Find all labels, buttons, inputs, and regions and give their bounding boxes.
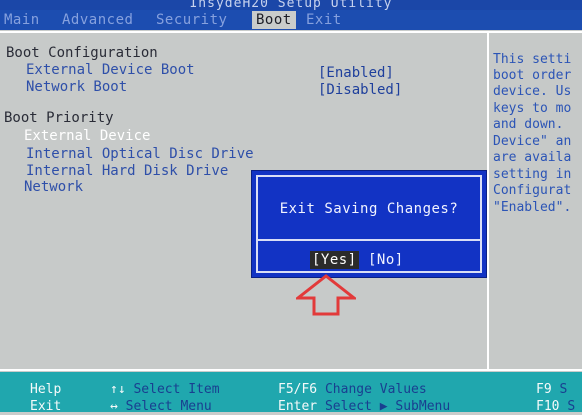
network-boot-label[interactable]: Network Boot [26,79,127,95]
key-change-values: F5/F6 Change Values [278,382,427,397]
dialog-border: Exit Saving Changes? [Yes] [No] [256,175,482,273]
key-select-submenu: Enter Select ▶ SubMenu [278,399,451,414]
help-line: keys to mo [493,101,572,116]
no-button[interactable]: [No] [366,251,406,269]
help-line: Device" an [493,134,572,149]
key-help: Help [30,382,62,397]
boot-priority-item-optical-drive[interactable]: Internal Optical Disc Drive [26,146,254,162]
key-select-menu: ↔ Select Menu [110,399,212,414]
menu-advanced[interactable]: Advanced [62,11,133,29]
dialog-separator [258,239,480,241]
boot-priority-item-network[interactable]: Network [24,179,83,195]
external-device-boot-label[interactable]: External Device Boot [26,62,195,78]
key-f9: F9 S [536,382,568,397]
title-strip: InsydeH20 Setup Utility [0,0,582,11]
network-boot-value[interactable]: [Disabled] [318,82,402,98]
help-panel: This setti boot order device. Us keys to… [489,33,582,370]
key-f10: F10 S [536,399,576,414]
dialog-question: Exit Saving Changes? [279,201,459,217]
external-device-boot-value[interactable]: [Enabled] [318,65,394,81]
frame-bottom-border [0,369,582,371]
menu-main[interactable]: Main [4,11,40,29]
boot-priority-heading: Boot Priority [4,110,114,126]
key-exit: Exit [30,399,62,414]
menu-boot[interactable]: Boot [252,11,296,29]
key-select-item: ↑↓ Select Item [110,382,220,397]
help-line: are availa [493,150,572,165]
boot-config-heading: Boot Configuration [6,45,158,61]
help-line: "Enabled". [493,200,572,215]
help-line: setting in [493,167,572,182]
menu-exit[interactable]: Exit [306,11,342,29]
yes-button[interactable]: [Yes] [310,251,359,269]
help-line: This setti [493,52,572,67]
red-arrow-icon [296,274,356,316]
menu-bar: Main Advanced Security Boot Exit [0,10,582,30]
boot-priority-item-hard-disk[interactable]: Internal Hard Disk Drive [26,163,228,179]
exit-saving-dialog: Exit Saving Changes? [Yes] [No] [251,170,487,278]
menu-security[interactable]: Security [156,11,227,29]
boot-priority-item-external-device[interactable]: External Device [24,128,150,144]
help-line: boot order [493,68,572,83]
key-legend-bar: Help Exit ↑↓ Select Item ↔ Select Menu F… [0,372,582,414]
help-line: device. Us [493,84,572,99]
help-line: and down. [493,117,564,132]
help-line: Configurat [493,183,572,198]
